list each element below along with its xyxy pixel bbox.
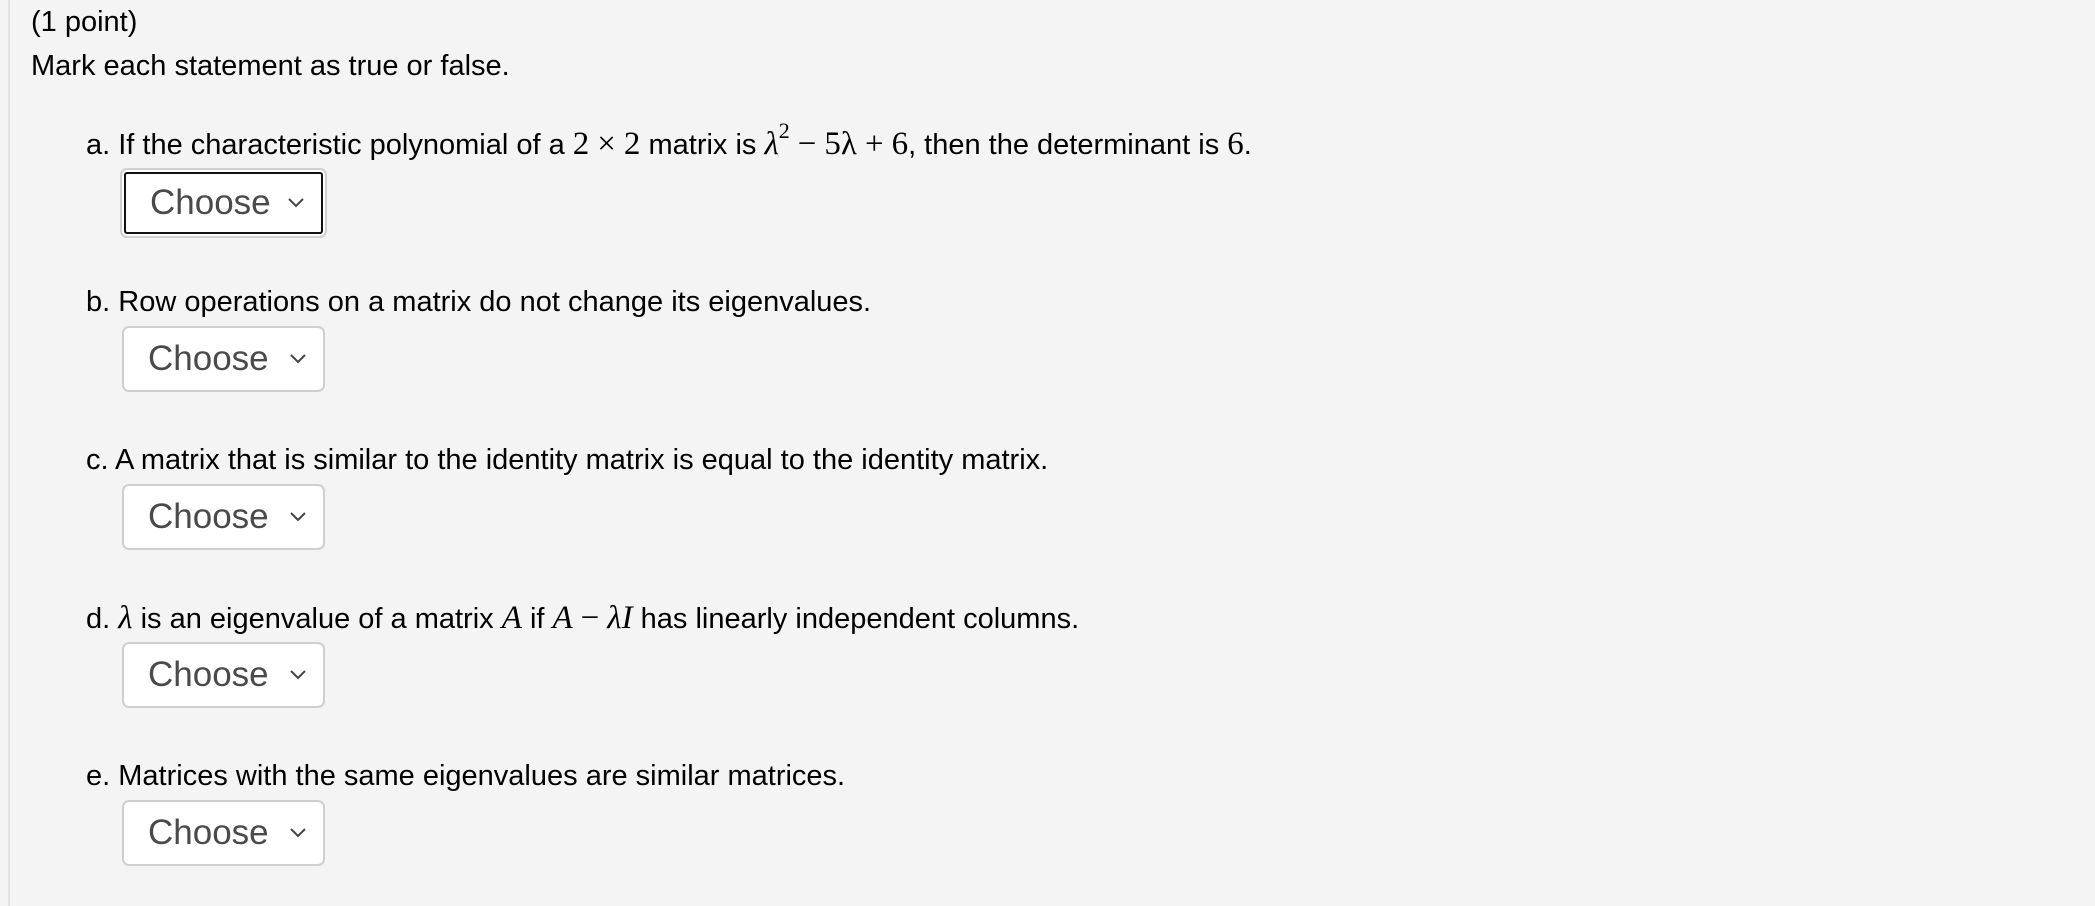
text-fragment: If the characteristic polynomial of a — [118, 129, 565, 161]
text-fragment: . — [1243, 129, 1252, 161]
chevron-down-icon — [290, 670, 306, 680]
select-value: Choose — [148, 497, 269, 536]
statement-a: a. If the characteristic polynomial of a… — [86, 118, 1252, 234]
answer-select-e[interactable]: Choose — [122, 800, 325, 866]
select-value: Choose — [148, 813, 269, 852]
statement-d: d. λ is an eigenvalue of a matrix A if A… — [86, 598, 1079, 708]
select-value: Choose — [148, 339, 269, 378]
chevron-down-icon — [290, 828, 306, 838]
statement-e-text: e. Matrices with the same eigenvalues ar… — [86, 756, 845, 796]
instructions: Mark each statement as true or false. — [31, 50, 510, 82]
math-A: A — [501, 600, 522, 636]
math-lambda: λ — [118, 600, 133, 636]
statement-a-text: a. If the characteristic polynomial of a… — [86, 118, 1252, 165]
text-fragment: is an eigenvalue of a matrix — [140, 603, 494, 635]
item-letter: e. — [86, 760, 111, 792]
statement-d-text: d. λ is an eigenvalue of a matrix A if A… — [86, 598, 1079, 639]
chevron-down-icon — [288, 198, 304, 208]
statement-c-text: c. A matrix that is similar to the ident… — [86, 440, 1048, 480]
text-fragment: if — [529, 603, 545, 635]
statement-body: Row operations on a matrix do not change… — [118, 286, 872, 318]
statement-body: A matrix that is similar to the identity… — [115, 444, 1049, 476]
chevron-down-icon — [290, 354, 306, 364]
text-fragment: has linearly independent columns. — [640, 603, 1080, 635]
answer-select-a[interactable]: Choose — [124, 172, 323, 234]
select-value: Choose — [148, 655, 269, 694]
item-letter: c. — [86, 444, 109, 476]
item-letter: b. — [86, 286, 111, 318]
math-2x2: 2 × 2 — [572, 126, 641, 162]
answer-select-c[interactable]: Choose — [122, 484, 325, 550]
left-border — [8, 0, 10, 906]
math-A-minus-lambdaI: A − λI — [552, 600, 633, 636]
statement-body: Matrices with the same eigenvalues are s… — [118, 760, 846, 792]
item-letter: a. — [86, 129, 111, 161]
item-letter: d. — [86, 603, 111, 635]
chevron-down-icon — [290, 512, 306, 522]
answer-select-d[interactable]: Choose — [122, 642, 325, 708]
text-fragment: matrix is — [648, 129, 757, 161]
statement-b-text: b. Row operations on a matrix do not cha… — [86, 282, 871, 322]
answer-select-b[interactable]: Choose — [122, 326, 325, 392]
statement-c: c. A matrix that is similar to the ident… — [86, 440, 1048, 550]
text-fragment: , then the determinant is — [908, 129, 1220, 161]
statement-b: b. Row operations on a matrix do not cha… — [86, 282, 871, 392]
statement-e: e. Matrices with the same eigenvalues ar… — [86, 756, 845, 866]
math-determinant: 6 — [1227, 126, 1244, 162]
points-label: (1 point) — [31, 6, 138, 38]
math-polynomial: λ2−5λ +6 — [764, 118, 909, 163]
select-value: Choose — [150, 183, 271, 222]
